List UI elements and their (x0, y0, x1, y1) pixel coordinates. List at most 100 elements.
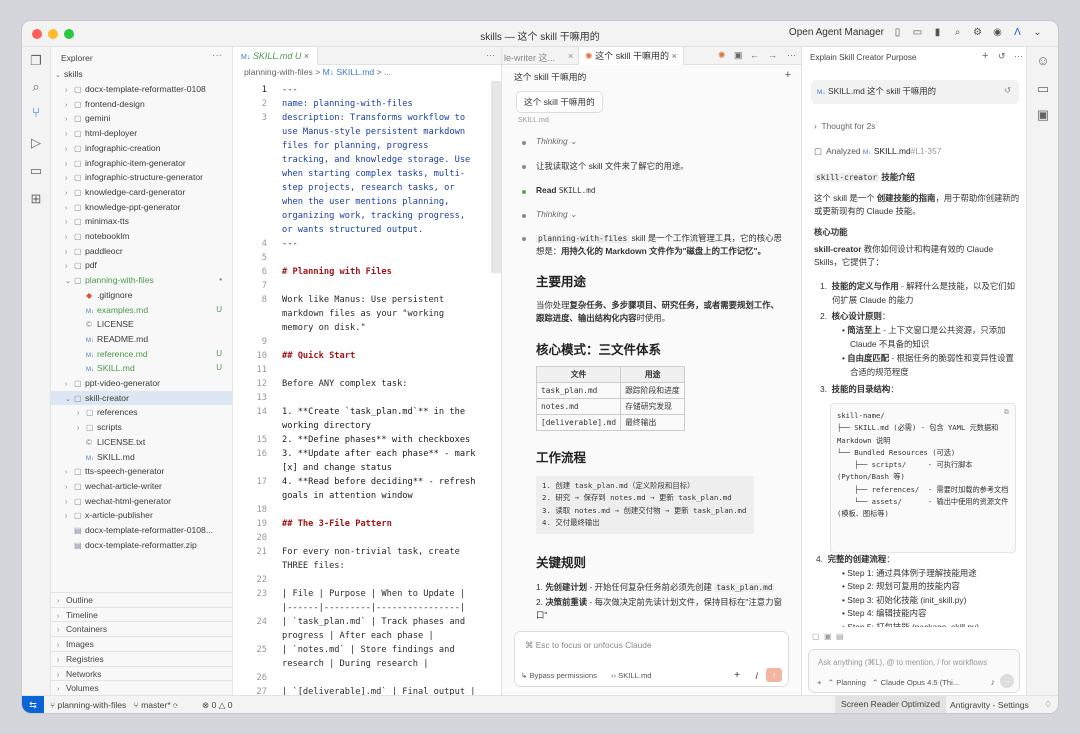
tree-file[interactable]: M↓ SKILL.md (51, 450, 232, 465)
tree-folder[interactable]: › ▢ x-article-publisher (51, 508, 232, 523)
agent-input-box[interactable]: Ask anything (⌘L), @ to mention, / for w… (808, 649, 1020, 693)
planning-mode-dropdown[interactable]: ⌃ Planning (828, 678, 866, 687)
claude-spark-icon[interactable]: ✺ (718, 50, 726, 61)
chat-tab-active[interactable]: ✺ 这个 skill 干嘛用的 × (578, 47, 684, 65)
search-icon[interactable]: ⌕ (951, 26, 964, 39)
back-arrow-icon[interactable]: ← (750, 50, 759, 60)
editor-scrollbar[interactable] (491, 81, 501, 273)
tree-folder[interactable]: › ▢ references (51, 405, 232, 420)
chat-tab-previous[interactable]: le-writer 这... (504, 51, 555, 64)
tree-folder[interactable]: › ▢ paddleocr (51, 244, 232, 259)
notifications-bell-icon[interactable]: ♢ (1044, 699, 1052, 710)
microphone-icon[interactable]: ♪ (991, 677, 996, 687)
tree-file[interactable]: ▤ docx-template-reformatter.zip (51, 538, 232, 553)
tree-folder[interactable]: › ▢ scripts (51, 420, 232, 435)
chat-input-box[interactable]: ⌘ Esc to focus or unfocus Claude ↳ Bypas… (514, 631, 789, 687)
tree-folder[interactable]: › ▢ notebooklm (51, 229, 232, 244)
tree-folder[interactable]: › ▢ minimax-tts (51, 214, 232, 229)
analyzed-tool-call[interactable]: ▢ Analyzed M↓ SKILL.md#L1-357 (814, 146, 941, 156)
read-tool-call[interactable]: Read SKILL.md (536, 185, 595, 195)
copy-icon[interactable]: ⧉ (1004, 406, 1009, 418)
tree-folder[interactable]: › ▢ pdf (51, 258, 232, 273)
slash-command-icon[interactable]: / (755, 671, 758, 681)
tree-folder[interactable]: › ▢ knowledge-card-generator (51, 185, 232, 200)
antigravity-logo-icon[interactable]: Λ (1011, 26, 1024, 39)
close-tab-icon[interactable]: × (672, 51, 677, 61)
tree-file[interactable]: M↓ examples.md U (51, 303, 232, 318)
tree-folder[interactable]: › ▢ infographic-creation (51, 141, 232, 156)
tree-folder[interactable]: › ▢ infographic-structure-generator (51, 170, 232, 185)
settings-status[interactable]: Antigravity - Settings (950, 700, 1029, 710)
tree-folder[interactable]: › ▢ knowledge-ppt-generator (51, 200, 232, 215)
send-button[interactable]: → (1000, 674, 1014, 688)
open-agent-manager-button[interactable]: Open Agent Manager (789, 27, 884, 38)
problems-status[interactable]: ⊗ 0 △ 0 (202, 700, 233, 711)
extensions-icon[interactable]: ⊞ (28, 191, 44, 207)
tree-folder[interactable]: › ▢ frontend-design (51, 97, 232, 112)
code-editor[interactable]: 1 --- 2 name: planning-with-files 3 descripti… (233, 81, 491, 695)
search-icon[interactable]: ⌕ (28, 79, 44, 95)
thinking-toggle[interactable]: Thinking ⌄ (536, 209, 577, 219)
explorer-icon[interactable]: ❐ (28, 53, 44, 69)
forward-arrow-icon[interactable]: → (768, 50, 777, 60)
more-actions-icon[interactable]: ··· (1014, 51, 1023, 61)
bypass-permissions-button[interactable]: ↳ Bypass permissions (521, 671, 597, 680)
tree-folder[interactable]: › ▢ gemini (51, 111, 232, 126)
panel-section-containers[interactable]: › Containers (51, 621, 232, 636)
remote-explorer-icon[interactable]: ▭ (28, 163, 44, 179)
agent-input[interactable]: Ask anything (⌘L), @ to mention, / for w… (818, 658, 987, 667)
panel-section-registries[interactable]: › Registries (51, 650, 232, 666)
layout-right-icon[interactable]: ▮ (931, 26, 944, 39)
terminal-icon[interactable]: ▣ (1035, 107, 1051, 123)
add-icon[interactable]: + (817, 678, 821, 687)
close-tab-icon[interactable]: × (568, 51, 573, 61)
more-actions-icon[interactable]: ··· (486, 50, 495, 60)
tree-file[interactable]: © LICENSE.txt (51, 435, 232, 450)
tree-file[interactable]: M↓ README.md (51, 332, 232, 347)
editor-tab-skill-md[interactable]: M↓ SKILL.md U × (233, 47, 319, 65)
panel-section-timeline[interactable]: › Timeline (51, 606, 232, 622)
tree-file[interactable]: ◆ .gitignore (51, 288, 232, 303)
tree-folder[interactable]: › ▢ tts-speech-generator (51, 464, 232, 479)
tree-root[interactable]: ⌄ skills (51, 67, 232, 82)
chat-input[interactable]: ⌘ Esc to focus or unfocus Claude (525, 640, 652, 650)
file-context-chip[interactable]: ‹› SKILL.md (611, 671, 652, 680)
history-icon[interactable]: ↺ (998, 51, 1006, 62)
more-actions-icon[interactable]: ··· (212, 50, 222, 61)
lock-icon[interactable]: ▣ (734, 50, 743, 61)
screen-reader-status[interactable]: Screen Reader Optimized (835, 696, 946, 713)
thinking-toggle[interactable]: Thinking ⌄ (536, 136, 577, 146)
thought-toggle[interactable]: › Thought for 2s (814, 121, 875, 131)
branch-status[interactable]: ⑂ planning-with-files ⑂ master* ⟳ (50, 700, 178, 710)
model-dropdown[interactable]: ⌃ Claude Opus 4.5 (Thi... (872, 678, 959, 687)
close-tab-icon[interactable]: × (304, 51, 309, 61)
panel-section-images[interactable]: › Images (51, 636, 232, 651)
tree-file[interactable]: ▤ docx-template-reformatter-0108... (51, 523, 232, 538)
tree-file[interactable]: M↓ SKILL.md U (51, 361, 232, 376)
tree-folder[interactable]: › ▢ ppt-video-generator (51, 376, 232, 391)
panel-section-outline[interactable]: › Outline (51, 592, 232, 607)
remote-icon[interactable]: ⇆ (22, 696, 44, 713)
add-attachment-icon[interactable]: + (734, 670, 740, 681)
user-query-chip[interactable]: M↓ SKILL.md 这个 skill 干嘛用的 ↺ (811, 80, 1019, 104)
layout-left-icon[interactable]: ▯ (891, 26, 904, 39)
browser-icon[interactable]: ▭ (1035, 81, 1051, 97)
new-chat-plus-icon[interactable]: + (785, 69, 791, 81)
agent-robot-icon[interactable]: ☺ (1035, 53, 1051, 69)
account-icon[interactable]: ◉ (991, 26, 1004, 39)
tree-folder[interactable]: › ▢ infographic-item-generator (51, 156, 232, 171)
tree-folder[interactable]: › ▢ wechat-article-writer (51, 479, 232, 494)
tree-folder[interactable]: › ▢ wechat-html-generator (51, 494, 232, 509)
run-debug-icon[interactable]: ▷ (28, 135, 44, 151)
tree-folder[interactable]: ⌄ ▢ planning-with-files • (51, 273, 232, 288)
chevron-down-icon[interactable]: ⌄ (1031, 26, 1044, 39)
tree-folder[interactable]: › ▢ docx-template-reformatter-0108 (51, 82, 232, 97)
more-actions-icon[interactable]: ··· (787, 50, 796, 60)
layout-bottom-icon[interactable]: ▭ (911, 26, 924, 39)
panel-section-networks[interactable]: › Networks (51, 665, 232, 681)
tree-file[interactable]: M↓ reference.md U (51, 347, 232, 362)
settings-gear-icon[interactable]: ⚙ (971, 26, 984, 39)
tree-file[interactable]: © LICENSE (51, 317, 232, 332)
source-control-icon[interactable]: ⑂ (28, 105, 44, 121)
tree-folder[interactable]: ⌄ ▢ skill-creator (51, 390, 232, 406)
